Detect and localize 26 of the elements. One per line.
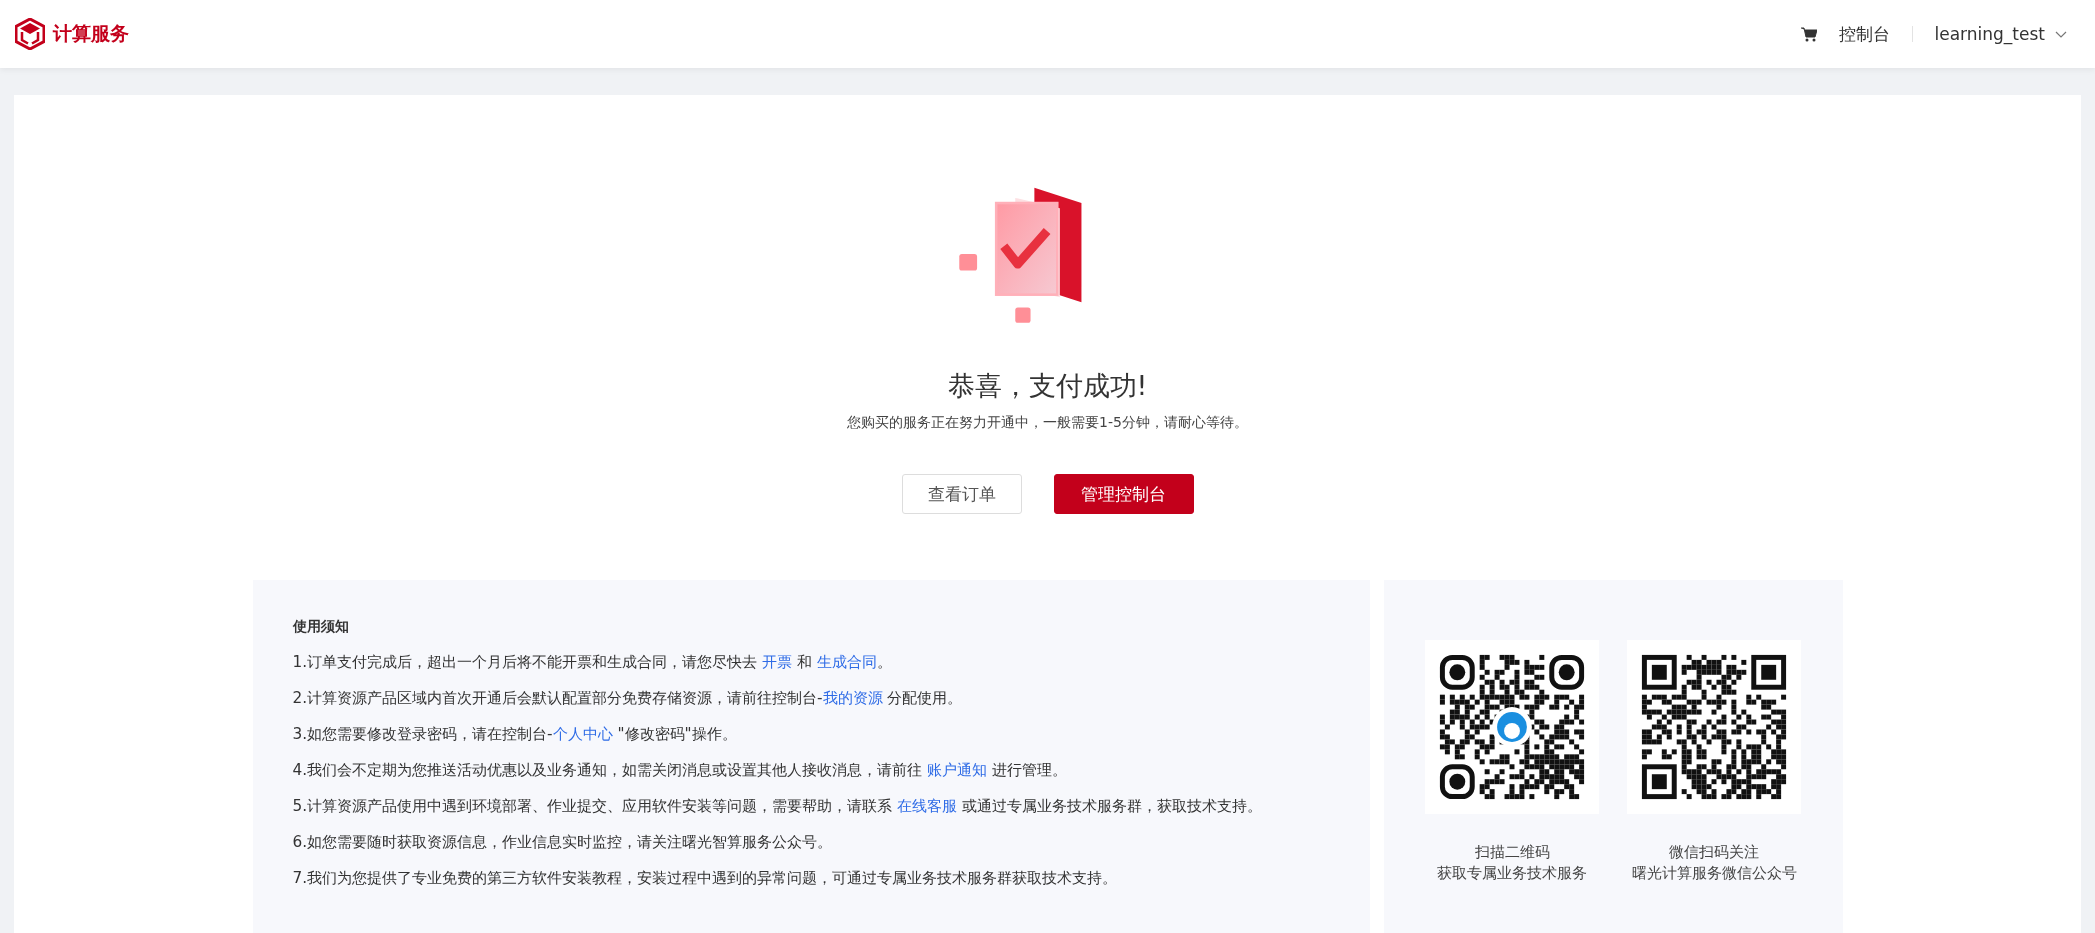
cube-logo-icon xyxy=(15,18,45,50)
chevron-down-icon[interactable] xyxy=(2055,30,2067,38)
notice-title: 使用须知 xyxy=(292,618,350,636)
success-title: 恭喜，支付成功! xyxy=(947,369,1148,403)
notice-item: 4.我们会不定期为您推送活动优惠以及业务通知，如需关闭消息或设置其他人接收消息，请前往 账户通知 进行管理。 xyxy=(292,760,1068,781)
notice-item: 7.我们为您提供了专业免费的第三方软件安装教程，安装过程中遇到的异常问题，可通过专属业务技术服务群获取技术支持。 xyxy=(292,868,1119,889)
notice-link[interactable]: 我的资源 xyxy=(822,689,883,707)
console-button[interactable]: 管理控制台 xyxy=(1053,474,1194,514)
notice-link[interactable]: 账户通知 xyxy=(926,761,987,779)
notice-item: 2.计算资源产品区域内首次开通后会默认配置部分免费存储资源，请前往控制台-我的资源 分配使用。 xyxy=(292,688,964,709)
notice-link[interactable]: 生成合同 xyxy=(816,653,877,671)
notice-link[interactable]: 开票 xyxy=(761,653,792,671)
success-message: 您购买的服务正在努力开通中，一般需要1-5分钟，请耐心等待。 xyxy=(847,414,1248,432)
notice-link[interactable]: 个人中心 xyxy=(552,725,613,743)
user-menu[interactable]: learning_test xyxy=(1934,24,2045,44)
notice-item: 3.如您需要修改登录密码，请在控制台-个人中心 "修改密码"操作。 xyxy=(292,724,738,745)
logo-text: 计算服务 xyxy=(53,21,129,46)
notice-item: 1.订单支付完成后，超出一个月后将不能开票和生成合同，请您尽快去 开票 和 生成合同。 xyxy=(292,652,893,673)
notice-item: 5.计算资源产品使用中遇到环境部署、作业提交、应用软件安装等问题，需要帮助，请联系 在线客服 或通过专属业务技术服务群，获取技术支持。 xyxy=(292,796,1263,817)
cart-icon[interactable] xyxy=(1800,26,1817,42)
console-link[interactable]: 控制台 xyxy=(1838,22,1890,46)
qr-caption: 扫描二维码 获取专属业务技术服务 xyxy=(1437,843,1587,883)
qr-caption: 微信扫码关注 曙光计算服务微信公众号 xyxy=(1631,843,1797,883)
notice-item: 6.如您需要随时获取资源信息，作业信息实时监控，请关注曙光智算服务公众号。 xyxy=(292,832,834,853)
notice-link[interactable]: 在线客服 xyxy=(896,797,957,815)
view-order-button[interactable]: 查看订单 xyxy=(901,474,1022,514)
